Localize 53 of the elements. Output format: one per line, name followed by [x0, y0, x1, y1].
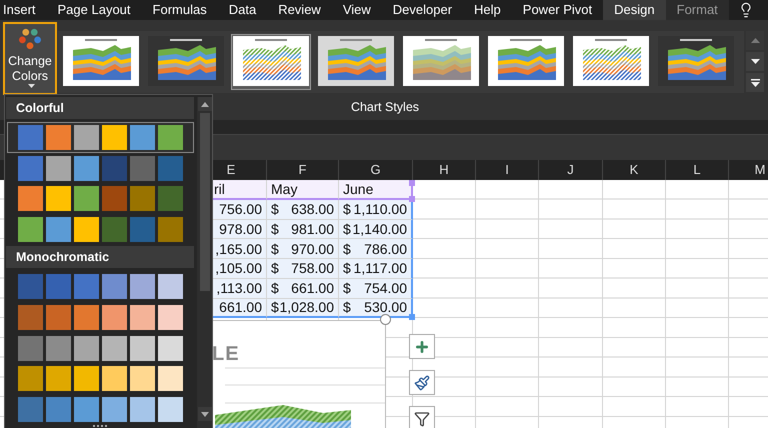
selection-handle[interactable] — [409, 196, 415, 202]
ribbon-tab[interactable]: Formulas — [142, 0, 218, 20]
table-cell: $ 758.00 — [267, 259, 339, 279]
ribbon-tab[interactable]: Insert — [0, 0, 47, 20]
chart-filters-button[interactable] — [409, 406, 435, 428]
table-cell: $ 1,110.00 — [339, 200, 413, 220]
ribbon-tab[interactable]: Format — [666, 0, 729, 20]
ribbon-tab[interactable]: Power Pivot — [512, 0, 604, 20]
ribbon-tab[interactable]: Data — [218, 0, 268, 20]
ribbon-tab[interactable]: Page Layout — [46, 0, 142, 20]
table-cell: $ 1,117.00 — [339, 259, 413, 279]
chart-title: LE — [212, 343, 240, 366]
table-cell: $ 786.00 — [339, 239, 413, 259]
caret-icon — [28, 84, 35, 88]
table-cell: $ 638.00 — [267, 200, 339, 220]
chart-styles-button[interactable] — [409, 370, 435, 395]
ribbon-tab[interactable]: Review — [267, 0, 332, 20]
table-cell: $1,140.00 — [339, 220, 413, 240]
table-cell: $ 661.00 — [267, 278, 339, 298]
table-cell: $ 530.00 — [339, 298, 413, 318]
selection-handle[interactable] — [409, 314, 415, 320]
scroll-down-button[interactable] — [198, 407, 212, 421]
table-cell: $ 970.00 — [267, 239, 339, 259]
section-title: Monochromatic — [16, 250, 110, 264]
plus-icon — [414, 338, 430, 354]
more-icon — [750, 78, 760, 86]
add-chart-element-button[interactable] — [409, 334, 435, 359]
ribbon-tab[interactable]: View — [332, 0, 382, 20]
table-cell: $ 754.00 — [339, 278, 413, 298]
scroll-up-button[interactable] — [198, 97, 212, 111]
ribbon-tab[interactable]: Design — [603, 0, 666, 20]
selection-handle[interactable] — [409, 180, 415, 186]
filter-icon — [414, 410, 430, 426]
table-cell: May — [267, 180, 339, 200]
color-dots-icon — [16, 28, 44, 50]
triangle-up-icon — [750, 38, 760, 43]
scroll-down-button[interactable] — [746, 52, 764, 71]
table-cell: $1,028.00 — [267, 298, 339, 318]
scrollbar[interactable] — [197, 97, 212, 428]
section-title: Colorful — [16, 100, 64, 115]
ribbon-tab[interactable]: Developer — [382, 0, 464, 20]
paintbrush-icon — [414, 374, 430, 390]
resize-grip-icon[interactable] — [92, 425, 106, 428]
more-styles-button[interactable] — [746, 73, 764, 92]
table-cell: June — [339, 180, 413, 200]
ribbon-tab[interactable]: Help — [463, 0, 512, 20]
table-cell: $ 981.00 — [267, 220, 339, 240]
triangle-down-icon — [750, 59, 760, 64]
triangle-down-icon — [200, 412, 208, 416]
color-palette-option[interactable] — [7, 122, 194, 153]
group-label: Chart Styles — [350, 99, 420, 116]
change-colors-button[interactable]: Change Colors — [3, 22, 57, 95]
triangle-up-icon — [200, 102, 208, 106]
